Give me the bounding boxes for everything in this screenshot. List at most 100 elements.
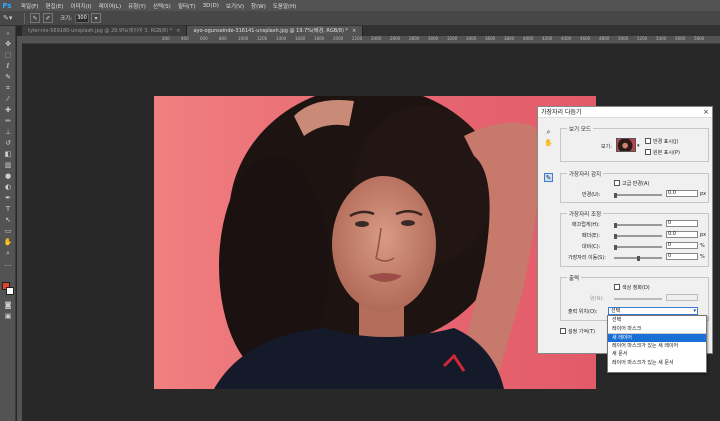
view-mode-title: 보기 모드 xyxy=(567,125,593,133)
zoom-tool-icon[interactable]: ⌕ xyxy=(2,249,14,258)
erase-refinements-tool-icon[interactable]: ✐ xyxy=(43,13,53,23)
view-thumbnail[interactable] xyxy=(616,138,636,152)
menu-3d[interactable]: 3D(D) xyxy=(203,3,219,9)
ruler-tick-label: 3800 xyxy=(504,36,515,41)
menu-filter[interactable]: 필터(T) xyxy=(178,2,196,10)
menu-file[interactable]: 파일(F) xyxy=(21,2,39,10)
smart-radius-checkbox[interactable] xyxy=(614,180,620,186)
ruler-tick-label: 800 xyxy=(219,36,227,41)
feather-slider[interactable] xyxy=(614,233,662,239)
amount-label: 양(N): xyxy=(590,296,604,302)
ruler-tick-label: 200 xyxy=(162,36,170,41)
path-select-tool-icon[interactable]: ↖ xyxy=(2,216,14,225)
more-tools-icon[interactable]: … xyxy=(2,260,14,269)
ruler-tick-label: 5000 xyxy=(618,36,629,41)
radius-slider[interactable] xyxy=(614,192,662,198)
contrast-slider[interactable] xyxy=(614,244,662,250)
size-dropdown-icon[interactable]: ▾ xyxy=(90,13,101,23)
decontaminate-label: 색상 정화(D) xyxy=(622,285,650,291)
menu-help[interactable]: 도움말(H) xyxy=(273,2,297,10)
dropdown-option-layer-mask[interactable]: 레이어 마스크 xyxy=(608,325,706,334)
show-radius-checkbox[interactable] xyxy=(645,138,651,144)
dialog-title: 가장자리 다듬기 xyxy=(538,107,712,118)
healing-tool-icon[interactable]: ✚ xyxy=(2,106,14,115)
tab-tyler-nix[interactable]: tyler-nix-569180-unsplash.jpg @ 29.9%(레이… xyxy=(22,26,188,36)
dropdown-option-selection[interactable]: 선택 xyxy=(608,316,706,325)
pen-tool-icon[interactable]: ✒ xyxy=(2,194,14,203)
shift-edge-input[interactable]: 0 xyxy=(666,253,698,260)
screen-mode-icon[interactable]: ▣ xyxy=(2,312,14,321)
edge-detection-title: 가장자리 감지 xyxy=(567,170,604,178)
menu-image[interactable]: 이미지(I) xyxy=(70,2,91,10)
shift-edge-slider[interactable] xyxy=(614,255,662,261)
ruler-tick-label: 600 xyxy=(200,36,208,41)
smooth-input[interactable]: 0 xyxy=(666,220,698,227)
gradient-tool-icon[interactable]: ▥ xyxy=(2,161,14,170)
ruler-tick-label: 1200 xyxy=(257,36,268,41)
menu-view[interactable]: 보기(V) xyxy=(226,2,244,10)
eraser-tool-icon[interactable]: ◧ xyxy=(2,150,14,159)
size-input[interactable]: 300 xyxy=(74,13,89,23)
dropdown-option-new-document[interactable]: 새 문서 xyxy=(608,350,706,359)
zoom-tool-icon[interactable]: ⌕ xyxy=(544,128,553,137)
move-tool-icon[interactable]: ✥ xyxy=(2,40,14,49)
stamp-tool-icon[interactable]: ⊥ xyxy=(2,128,14,137)
close-icon[interactable]: × xyxy=(703,107,709,118)
refine-radius-brush-icon[interactable]: ✎ xyxy=(544,173,553,182)
dropdown-option-new-document-with-mask[interactable]: 레이어 마스크가 있는 새 문서 xyxy=(608,359,706,368)
type-tool-icon[interactable]: T xyxy=(2,205,14,214)
dodge-tool-icon[interactable]: ◐ xyxy=(2,183,14,192)
close-tab-icon[interactable]: × xyxy=(352,28,356,34)
radius-input[interactable]: 0.0 xyxy=(666,190,698,197)
feather-input[interactable]: 0.0 xyxy=(666,231,698,238)
decontaminate-checkbox[interactable] xyxy=(614,284,620,290)
tab-ayo-ogunseinde[interactable]: ayo-ogunseinde-316141-unsplash.jpg @ 19.… xyxy=(187,26,364,36)
contrast-input[interactable]: 0 xyxy=(666,242,698,249)
radius-label: 반경(U): xyxy=(582,192,601,198)
eyedropper-tool-icon[interactable]: ⁄ xyxy=(2,95,14,104)
smooth-slider[interactable] xyxy=(614,222,662,228)
output-title: 출력 xyxy=(567,274,582,282)
portrait-image xyxy=(214,96,540,389)
background-color-swatch[interactable] xyxy=(6,287,14,295)
menu-type[interactable]: 유형(Y) xyxy=(128,2,146,10)
hand-tool-icon[interactable]: ✋ xyxy=(2,238,14,247)
output-to-select[interactable]: 선택 ▾ xyxy=(608,307,698,315)
blur-tool-icon[interactable]: ● xyxy=(2,172,14,181)
edge-detection-group: 가장자리 감지 xyxy=(560,170,709,203)
tools-panel: » ✥ ⬚ ℓ ✎ ⌗ ⁄ ✚ ✏ ⊥ ↺ ◧ ▥ ● ◐ ✒ T ↖ ▭ ✋ … xyxy=(0,26,16,421)
dropdown-option-new-layer[interactable]: 새 레이어 xyxy=(608,333,706,342)
crop-tool-icon[interactable]: ⌗ xyxy=(2,84,14,93)
shape-tool-icon[interactable]: ▭ xyxy=(2,227,14,236)
ruler-tick-label: 4000 xyxy=(523,36,534,41)
dropdown-option-new-layer-with-mask[interactable]: 레이어 마스크가 있는 새 레이어 xyxy=(608,342,706,351)
history-brush-tool-icon[interactable]: ↺ xyxy=(2,139,14,148)
marquee-tool-icon[interactable]: ⬚ xyxy=(2,51,14,60)
show-original-checkbox[interactable] xyxy=(645,149,651,155)
hand-tool-icon[interactable]: ✋ xyxy=(544,139,553,148)
output-to-label: 출력 위치(O): xyxy=(568,309,598,315)
shift-edge-label: 가장자리 이동(S): xyxy=(568,255,606,261)
amount-slider[interactable] xyxy=(614,298,662,300)
quick-mask-icon[interactable]: ◙ xyxy=(2,301,14,310)
refine-radius-tool-icon[interactable]: ✎ xyxy=(30,13,40,23)
remember-settings-checkbox[interactable] xyxy=(560,328,566,334)
contrast-unit: % xyxy=(700,243,705,249)
brush-tool-icon[interactable]: ✏ xyxy=(2,117,14,126)
ruler-tick-label: 400 xyxy=(181,36,189,41)
adjust-edge-title: 가장자리 조정 xyxy=(567,210,604,218)
panel-collapse-icon[interactable]: » xyxy=(2,30,14,39)
ruler-tick-label: 2400 xyxy=(371,36,382,41)
menu-edit[interactable]: 편집(E) xyxy=(46,2,64,10)
menu-layer[interactable]: 레이어(L) xyxy=(99,2,122,10)
lasso-tool-icon[interactable]: ℓ xyxy=(2,62,14,71)
close-tab-icon[interactable]: × xyxy=(176,28,180,34)
canvas-photo[interactable] xyxy=(154,96,596,389)
view-dropdown-arrow-icon[interactable]: ▾ xyxy=(637,143,640,149)
brush-preset-icon[interactable]: ✎▾ xyxy=(3,13,19,24)
amount-input[interactable] xyxy=(666,294,698,301)
menu-window[interactable]: 창(W) xyxy=(251,2,266,10)
ruler-tick-label: 2200 xyxy=(352,36,363,41)
quick-select-tool-icon[interactable]: ✎ xyxy=(2,73,14,82)
menu-select[interactable]: 선택(S) xyxy=(153,2,171,10)
